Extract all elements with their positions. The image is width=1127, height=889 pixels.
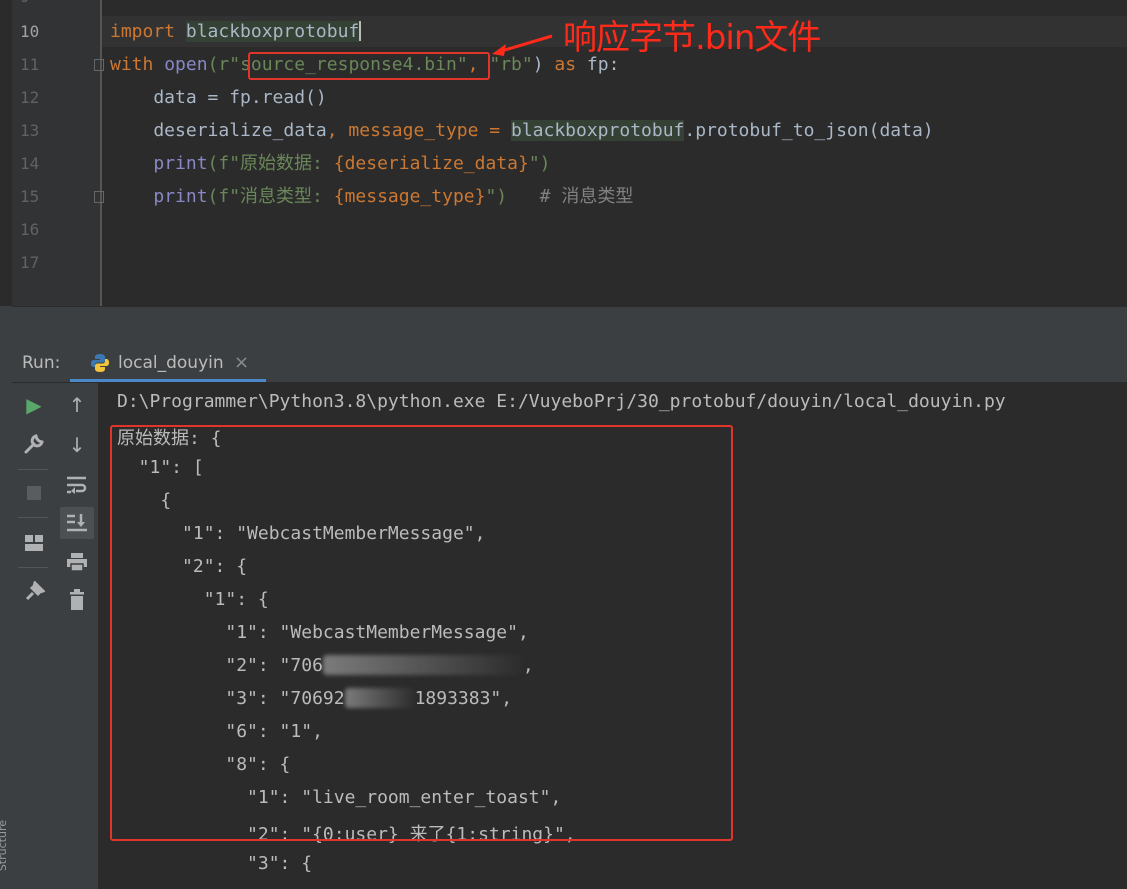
wrench-icon[interactable] <box>20 430 48 458</box>
run-label: Run: <box>22 353 61 373</box>
console-command-line: D:\Programmer\Python3.8\python.exe E:/Vu… <box>117 391 1006 412</box>
soft-wrap-icon[interactable] <box>63 471 91 499</box>
arrow-up-icon[interactable]: ↑ <box>63 391 91 419</box>
print-icon[interactable] <box>63 548 91 576</box>
code-editor[interactable]: 9 10 11 12 13 14 15 16 17 import blackbo… <box>0 0 1127 306</box>
run-icon[interactable]: ▶ <box>20 391 48 419</box>
pin-icon[interactable] <box>20 578 48 606</box>
toolbar-divider <box>18 567 48 568</box>
line-number: 13 <box>20 121 40 140</box>
annotation-highlight-box <box>248 52 490 80</box>
arrow-down-icon[interactable]: ↓ <box>63 431 91 459</box>
code-line-12[interactable]: data = fp.read() <box>110 87 326 109</box>
fold-marker-icon[interactable] <box>94 191 104 203</box>
line-number: 10 <box>20 22 40 41</box>
layout-icon[interactable] <box>20 529 48 557</box>
run-panel-header: Run: local_douyin × <box>12 344 1127 383</box>
trash-icon[interactable] <box>63 586 91 614</box>
line-number: 12 <box>20 88 40 107</box>
text-caret <box>359 21 362 41</box>
code-line-14[interactable]: print(f"原始数据: {deserialize_data}") <box>110 153 550 175</box>
fold-marker-icon[interactable] <box>94 59 104 71</box>
structure-tab[interactable]: Structure <box>0 820 10 871</box>
run-toolbar-primary: ▶ <box>12 383 56 889</box>
code-line-13[interactable]: deserialize_data, message_type = blackbo… <box>110 120 934 142</box>
close-icon[interactable]: × <box>234 352 249 373</box>
scroll-to-end-icon[interactable] <box>60 507 94 539</box>
annotation-output-box <box>110 425 733 841</box>
line-number: 11 <box>20 55 40 74</box>
python-icon <box>91 354 109 372</box>
line-number: 14 <box>20 154 40 173</box>
panel-divider[interactable] <box>12 306 1127 345</box>
annotation-label: 响应字节.bin文件 <box>563 18 821 58</box>
run-toolbar-secondary: ↑ ↓ <box>56 383 99 889</box>
toolbar-divider <box>18 517 48 518</box>
code-line-15[interactable]: print(f"消息类型: {message_type}") # 消息类型 <box>110 186 633 208</box>
toolbar-divider <box>18 469 48 470</box>
line-number: 15 <box>20 187 40 206</box>
tab-local-douyin[interactable]: local_douyin × <box>70 344 266 382</box>
console-line: "3": { <box>117 853 313 874</box>
line-number: 16 <box>20 220 40 239</box>
gutter-separator <box>100 0 102 306</box>
annotation-arrow-icon <box>492 34 553 56</box>
code-line-10[interactable]: import blackboxprotobuf <box>110 21 362 43</box>
tab-label: local_douyin <box>118 353 224 373</box>
line-number: 9 <box>20 0 60 6</box>
stop-icon[interactable] <box>20 479 48 507</box>
line-number: 17 <box>20 253 40 272</box>
